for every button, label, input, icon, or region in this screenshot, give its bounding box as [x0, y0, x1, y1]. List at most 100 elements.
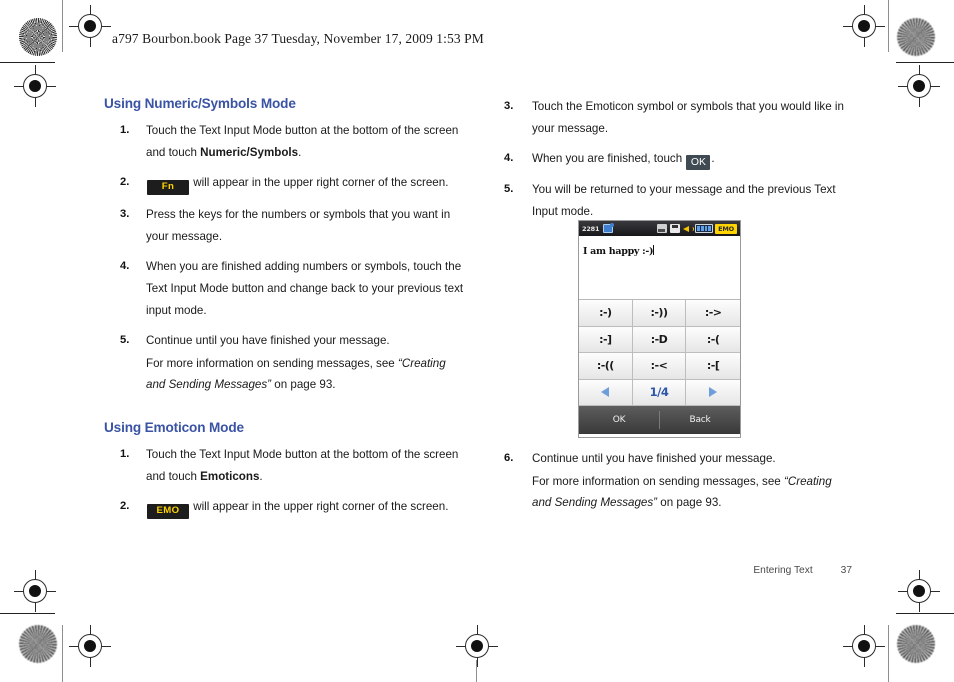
emoticon-grid: :-) :-)) :-> :-] :-D :-( :-(( :-< :-[ [579, 300, 740, 380]
step-text-pre: Touch the Text Input Mode button at the … [146, 124, 459, 159]
step-number: 1. [120, 447, 130, 460]
prev-arrow-icon [601, 387, 610, 398]
phone-soft-key-bar: OK Back [579, 406, 740, 434]
softkey-back[interactable]: Back [660, 415, 740, 425]
registration-mark-left-upper [14, 65, 56, 107]
battery-icon [695, 224, 714, 233]
emoticon-key[interactable]: :-> [686, 300, 740, 327]
step-item: 5. You will be returned to your message … [500, 179, 852, 222]
prev-page-button[interactable] [579, 379, 633, 406]
page-indicator: 1/4 [632, 379, 687, 406]
trim-line-bottom-right-horizontal [896, 613, 954, 614]
steps-list-emoticon: 1. Touch the Text Input Mode button at t… [104, 444, 464, 520]
phone-status-bar: 2281 EMO [579, 221, 740, 236]
footer-chapter-label: Entering Text [753, 565, 813, 576]
message-icon [602, 223, 614, 233]
step-text-pre: Continue until you have finished your me… [532, 452, 776, 465]
next-page-button[interactable] [686, 379, 740, 406]
volume-icon [682, 224, 694, 233]
softkey-ok[interactable]: OK [579, 415, 659, 425]
step-item: 5. Continue until you have finished your… [104, 330, 464, 396]
emoticon-key[interactable]: :-) [579, 300, 633, 327]
registration-mark-bottom-center [456, 625, 498, 667]
step-text-pre: Continue until you have finished your me… [146, 334, 390, 348]
step-item: 3. Press the keys for the numbers or sym… [104, 204, 464, 247]
print-rosette-top-left [19, 18, 57, 56]
registration-mark-left-lower [14, 570, 56, 612]
manual-page: a797 Bourbon.book Page 37 Tuesday, Novem… [0, 0, 954, 682]
registration-mark-right-lower [898, 570, 940, 612]
steps-list-right-bottom: 6. Continue until you have finished your… [500, 448, 852, 514]
step-item: 4. When you are finished, touch OK. [500, 148, 852, 171]
registration-mark-top-right [843, 5, 885, 47]
note-text-post: on page 93. [657, 496, 722, 510]
step-number: 4. [120, 260, 130, 273]
step-number: 3. [504, 100, 514, 112]
registration-mark-bottom-left [69, 625, 111, 667]
trim-line-bottom-left-horizontal [0, 613, 55, 614]
emoticon-key[interactable]: :-( [686, 326, 740, 353]
message-text: I am happy :-) [583, 246, 654, 257]
trim-line-bottom-right-vertical [888, 625, 889, 682]
right-column-lower: 6. Continue until you have finished your… [500, 448, 852, 523]
page-footer: Entering Text 37 [500, 565, 852, 576]
step-text-pre: Touch the Emoticon symbol or symbols tha… [532, 100, 844, 135]
step-text-post: will appear in the upper right corner of… [190, 176, 449, 190]
step-text-pre: Touch the Text Input Mode button at the … [146, 447, 459, 483]
step-text-bold: Emoticons [200, 469, 260, 483]
trim-line-right-vertical [888, 0, 889, 52]
note-text-pre: For more information on sending messages… [532, 474, 784, 488]
section-title-numeric-symbols: Using Numeric/Symbols Mode [104, 96, 296, 111]
step-text-post: will appear in the upper right corner of… [190, 500, 449, 514]
trim-line-bottom-left-vertical [62, 625, 63, 682]
print-rosette-bottom-right [897, 625, 935, 663]
section-title-emoticon: Using Emoticon Mode [104, 419, 244, 435]
step-number: 5. [504, 183, 514, 196]
step-text-post: . [259, 469, 263, 483]
steps-list-numeric-symbols: 1. Touch the Text Input Mode button at t… [104, 120, 464, 396]
step-number: 5. [120, 334, 130, 347]
step-item: 4. When you are finished adding numbers … [104, 256, 464, 321]
step-text-pre: Press the keys for the numbers or symbol… [146, 208, 451, 243]
print-rosette-bottom-left [19, 625, 57, 663]
step-number: 4. [504, 152, 514, 165]
step-text-pre: When you are finished, touch [532, 152, 686, 166]
note-text-post: on page 93. [271, 378, 336, 392]
note-text-pre: For more information on sending messages… [146, 356, 398, 370]
step-number: 3. [120, 208, 130, 221]
emoticon-key[interactable]: :-[ [686, 353, 740, 380]
message-compose-area[interactable]: I am happy :-) [579, 236, 740, 300]
emo-key-badge: EMO [147, 504, 189, 520]
step-item: 2. EMO will appear in the upper right co… [104, 496, 464, 520]
step-item: 6. Continue until you have finished your… [500, 448, 852, 514]
next-arrow-icon [709, 387, 718, 398]
fn-key-badge: Fn [147, 180, 189, 196]
step-item: 1. Touch the Text Input Mode button at t… [104, 120, 464, 163]
registration-mark-bottom-right [843, 625, 885, 667]
step-number: 6. [504, 452, 514, 464]
step-text-bold: Numeric/Symbols [200, 145, 299, 159]
registration-mark-top-left [69, 5, 111, 47]
emoticon-key[interactable]: :-] [579, 326, 633, 353]
step-item: 3. Touch the Emoticon symbol or symbols … [500, 96, 852, 139]
emoticon-key[interactable]: :-)) [632, 300, 687, 327]
cross-reference-note: For more information on sending messages… [146, 353, 464, 396]
text-cursor [653, 245, 655, 255]
phone-screenshot: 2281 EMO I am happy :-) :-) :-)) :-> :-]… [578, 220, 741, 438]
trim-line-left-vertical [62, 0, 63, 52]
running-head: a797 Bourbon.book Page 37 Tuesday, Novem… [112, 31, 484, 46]
step-item: 1. Touch the Text Input Mode button at t… [104, 444, 464, 487]
trim-line-top-left-horizontal [0, 62, 55, 63]
emoticon-key[interactable]: :-(( [579, 353, 633, 380]
step-text-pre: When you are finished adding numbers or … [146, 260, 464, 317]
step-number: 2. [120, 176, 130, 189]
print-rosette-top-right [897, 18, 935, 56]
emoticon-key[interactable]: :-< [632, 353, 687, 380]
step-number: 1. [120, 124, 130, 136]
step-number: 2. [120, 500, 130, 513]
contacts-icon [656, 224, 667, 233]
emoticon-pager-row: 1/4 [579, 379, 740, 406]
emoticon-key[interactable]: :-D [632, 326, 687, 353]
step-text-post: . [711, 152, 715, 166]
trim-line-top-right-horizontal [896, 62, 954, 63]
